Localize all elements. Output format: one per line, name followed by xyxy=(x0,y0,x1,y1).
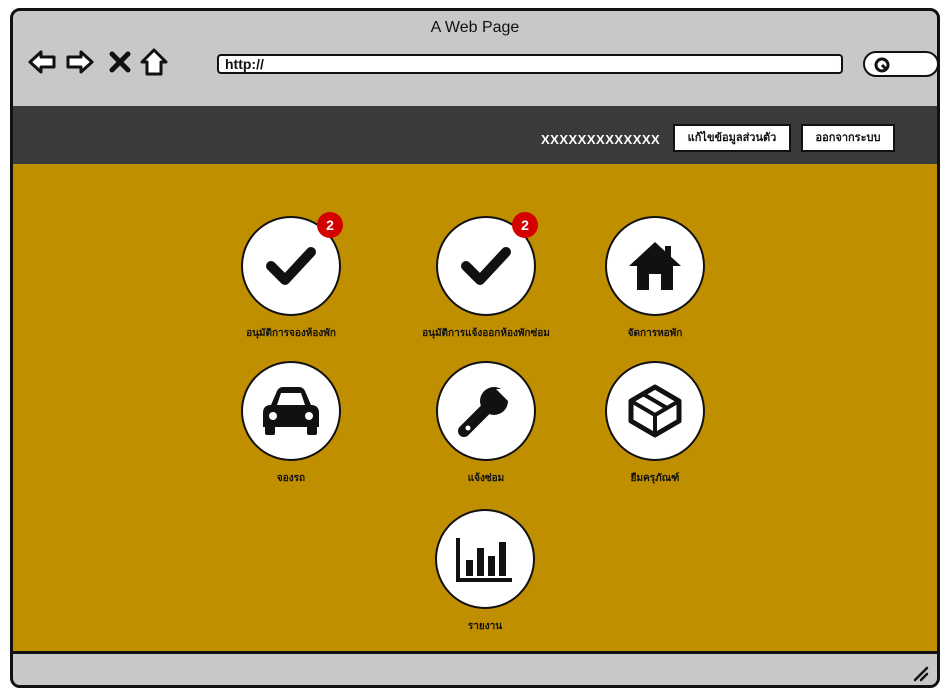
search-icon xyxy=(874,57,890,73)
home-icon xyxy=(629,242,681,290)
notification-badge: 2 xyxy=(317,212,343,238)
back-arrow-icon[interactable] xyxy=(27,47,57,77)
username-label: XXXXXXXXXXXXX xyxy=(541,132,661,147)
tile-circle[interactable]: 2 xyxy=(241,212,343,316)
tile-label: ยืมครุภัณฑ์ xyxy=(630,473,680,484)
tile-label: จัดการหอพัก xyxy=(627,328,683,339)
tile-label: อนุมัติการแจ้งออกห้องพักซ่อม xyxy=(422,328,550,339)
tile-label: รายงาน xyxy=(467,621,503,632)
tile-book-car[interactable]: จองรถ xyxy=(201,361,381,486)
tile-approve-room-booking[interactable]: 2 อนุมัติการจองห้องพัก xyxy=(201,212,381,341)
tile-borrow-equipment[interactable]: ยืมครุภัณฑ์ xyxy=(565,361,745,486)
tile-label: แจ้งซ่อม xyxy=(467,473,505,484)
tile-circle[interactable] xyxy=(605,216,705,316)
home-icon[interactable] xyxy=(139,47,169,77)
tile-label: อนุมัติการจองห้องพัก xyxy=(246,328,336,339)
notification-badge: 2 xyxy=(512,212,538,238)
app-header: XXXXXXXXXXXXX แก้ไขข้อมูลส่วนตัว ออกจากร… xyxy=(13,106,937,164)
window-title: A Web Page xyxy=(430,19,520,36)
tile-manage-dormitory[interactable]: จัดการหอพัก xyxy=(565,216,745,341)
bar-chart-icon xyxy=(456,538,512,582)
edit-profile-button[interactable]: แก้ไขข้อมูลส่วนตัว xyxy=(673,124,791,152)
search-input[interactable] xyxy=(863,51,937,77)
tile-circle[interactable] xyxy=(435,509,535,609)
check-icon xyxy=(266,247,316,285)
status-bar xyxy=(13,651,937,685)
tile-reports[interactable]: รายงาน xyxy=(395,509,575,634)
resize-grip-icon[interactable] xyxy=(913,666,929,682)
box-icon xyxy=(628,384,682,438)
tile-circle[interactable] xyxy=(241,361,341,461)
browser-window: A Web Page http:// XXXXXXXXXXXXX แก้ไขข้… xyxy=(10,8,940,688)
check-icon xyxy=(461,247,511,285)
car-icon xyxy=(263,387,319,435)
tile-report-repair[interactable]: แจ้งซ่อม xyxy=(396,361,576,486)
close-icon[interactable] xyxy=(105,47,135,77)
forward-arrow-icon[interactable] xyxy=(65,47,95,77)
tile-circle[interactable] xyxy=(605,361,705,461)
dashboard-content: 2 อนุมัติการจองห้องพัก 2 อนุมัติการแจ้งอ… xyxy=(13,164,937,651)
tile-circle[interactable] xyxy=(436,361,536,461)
url-input[interactable]: http:// xyxy=(217,54,843,74)
tile-circle[interactable]: 2 xyxy=(436,212,538,316)
tile-approve-move-out-repair[interactable]: 2 อนุมัติการแจ้งออกห้องพักซ่อม xyxy=(396,212,576,341)
tile-label: จองรถ xyxy=(276,473,306,484)
wrench-icon xyxy=(458,387,508,437)
logout-button[interactable]: ออกจากระบบ xyxy=(801,124,895,152)
